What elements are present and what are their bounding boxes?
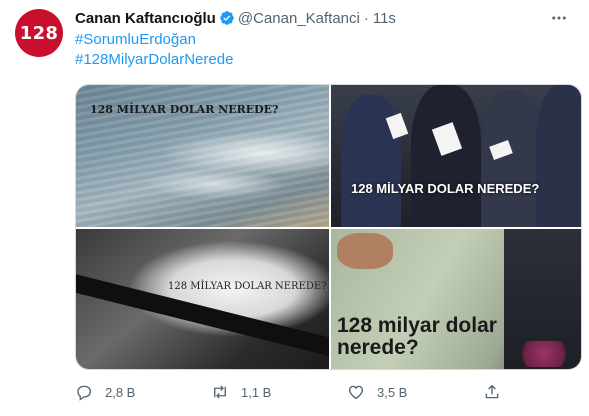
image-caption: 128 milyar dolar nerede? — [337, 314, 497, 359]
user-handle[interactable]: @Canan_Kaftanci — [238, 10, 360, 27]
media-image-suit[interactable]: 128 milyar dolar nerede? — [331, 229, 581, 369]
like-icon — [347, 383, 365, 401]
media-grid: 128 MİLYAR DOLAR NEREDE? 128 MİLYAR DOLA… — [75, 84, 582, 370]
tweet-text: #SorumluErdoğan #128MilyarDolarNerede — [75, 30, 577, 70]
display-name[interactable]: Canan Kaftancıoğlu — [75, 10, 216, 27]
avatar[interactable]: 128 — [15, 9, 63, 57]
more-icon[interactable] — [549, 8, 569, 28]
media-image-envelopes[interactable]: 128 MİLYAR DOLAR NEREDE? — [331, 85, 581, 227]
avatar-text: 128 — [19, 22, 59, 44]
verified-badge-icon — [219, 10, 235, 26]
image-flowers — [514, 341, 574, 367]
like-button[interactable]: 3,5 B — [347, 383, 483, 401]
action-bar: 2,8 B 1,1 B 3,5 B — [75, 382, 582, 402]
share-icon — [483, 383, 501, 401]
image-caption: 128 MİLYAR DOLAR NEREDE? — [351, 181, 540, 196]
hashtag-link[interactable]: #128MilyarDolarNerede — [75, 50, 577, 70]
tweet-content: Canan Kaftancıoğlu @Canan_Kaftanci · 11s… — [75, 8, 577, 70]
retweet-count: 1,1 B — [241, 384, 272, 400]
like-count: 3,5 B — [377, 384, 408, 400]
media-image-powder[interactable]: 128 MİLYAR DOLAR NEREDE? — [76, 229, 329, 369]
image-caption: 128 MİLYAR DOLAR NEREDE? — [90, 103, 279, 116]
tweet: 128 Canan Kaftancıoğlu @Canan_Kaftanci ·… — [0, 0, 589, 416]
separator-dot: · — [363, 9, 369, 27]
tweet-time[interactable]: 11s — [373, 10, 396, 27]
retweet-icon — [211, 383, 229, 401]
image-figure — [481, 90, 541, 227]
hashtag-link[interactable]: #SorumluErdoğan — [75, 30, 577, 50]
reply-button[interactable]: 2,8 B — [75, 383, 211, 401]
image-caption: 128 MİLYAR DOLAR NEREDE? — [168, 281, 327, 292]
reply-icon — [75, 383, 93, 401]
image-figure — [411, 85, 481, 227]
reply-count: 2,8 B — [105, 384, 136, 400]
image-hand — [337, 233, 393, 269]
retweet-button[interactable]: 1,1 B — [211, 383, 347, 401]
media-image-sea[interactable]: 128 MİLYAR DOLAR NEREDE? — [76, 85, 329, 227]
tweet-header: Canan Kaftancıoğlu @Canan_Kaftanci · 11s — [75, 8, 577, 28]
share-button[interactable] — [483, 383, 513, 401]
image-figure — [536, 85, 581, 227]
